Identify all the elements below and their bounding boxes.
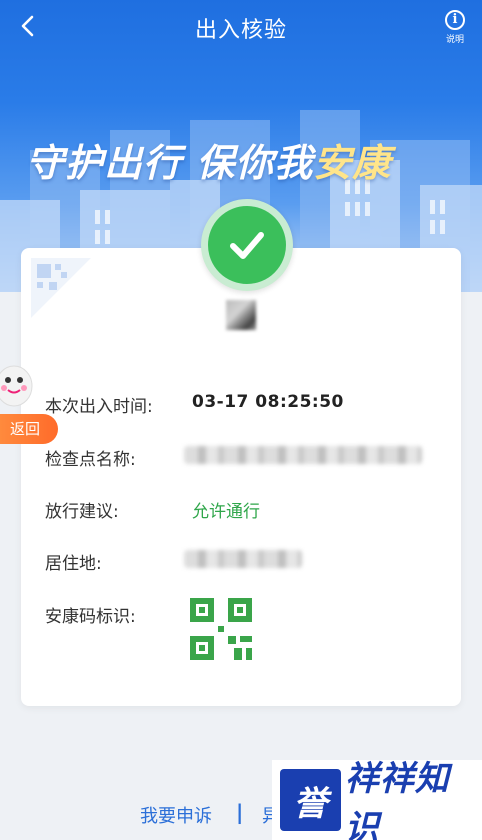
slogan-accent: 安康 xyxy=(313,141,392,185)
user-name-redacted xyxy=(226,300,256,330)
time-label: 本次出入时间: xyxy=(45,397,153,417)
time-value: 03-17 08:25:50 xyxy=(192,392,344,412)
code-label: 安康码标识: xyxy=(45,607,136,627)
top-bar: 出入核验 i 说明 xyxy=(0,0,482,56)
return-button[interactable]: 返回 xyxy=(0,414,58,444)
checkpoint-value-redacted xyxy=(184,446,422,464)
green-health-qr-icon xyxy=(190,598,252,660)
page-title: 出入核验 xyxy=(194,18,287,43)
watermark: 誉 祥祥知识 xyxy=(272,759,482,840)
help-label: 说明 xyxy=(445,35,464,45)
info-icon: i xyxy=(445,10,465,30)
slogan-main: 守护出行 保你我 xyxy=(26,141,314,185)
residence-label: 居住地: xyxy=(45,554,102,574)
advice-value: 允许通行 xyxy=(192,502,260,522)
advice-label: 放行建议: xyxy=(45,502,119,522)
mascot-icon xyxy=(0,365,33,407)
qr-corner-decoration xyxy=(31,258,91,318)
checkpoint-label: 检查点名称: xyxy=(45,450,136,470)
appeal-link[interactable]: 我要申诉 xyxy=(140,802,212,828)
verified-check-icon xyxy=(201,199,293,291)
slogan-banner: 守护出行 保你我安康 xyxy=(26,132,391,187)
watermark-logo: 誉 xyxy=(280,769,341,831)
watermark-text: 祥祥知识 xyxy=(344,759,450,840)
help-button[interactable]: i 说明 xyxy=(440,10,470,50)
footer-separator: | xyxy=(236,800,244,824)
residence-value-redacted xyxy=(184,550,302,568)
